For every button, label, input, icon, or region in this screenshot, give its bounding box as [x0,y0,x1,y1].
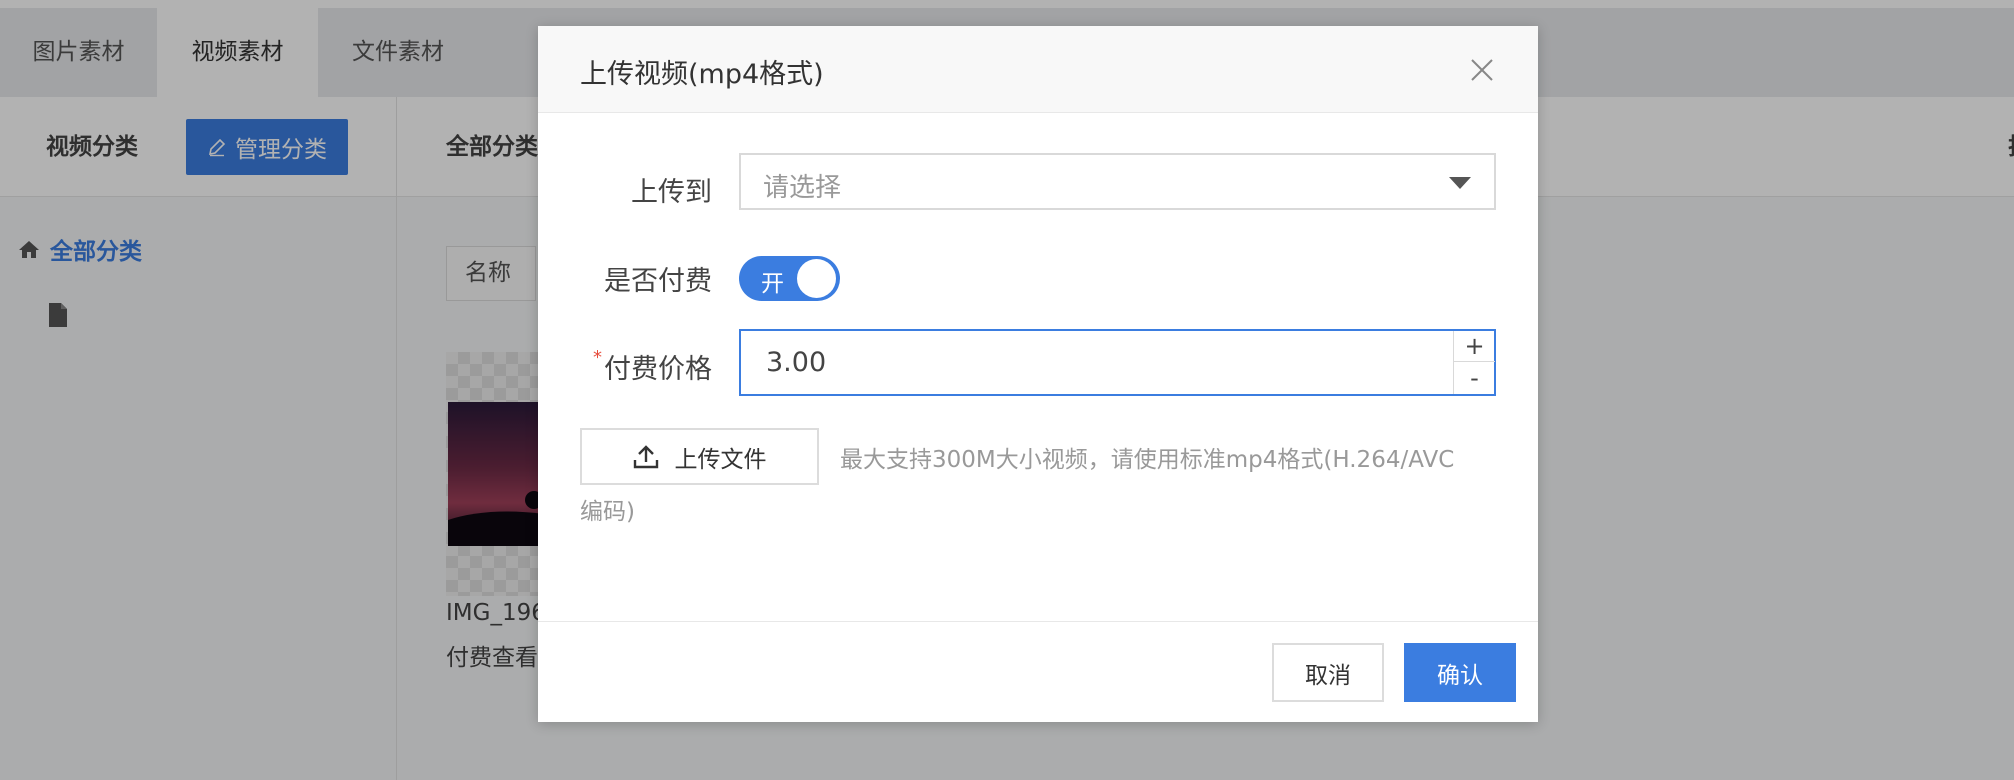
close-icon[interactable] [1468,56,1496,84]
select-placeholder: 请选择 [763,173,842,203]
stepper-controls: + - [1453,331,1495,394]
price-input[interactable] [741,331,1451,394]
upload-video-dialog: 上传视频(mp4格式) 上传到 请选择 是否付费 开 *付费价格 + - 上传文… [538,26,1538,722]
upload-hint-continued: 编码) [580,499,635,525]
chevron-down-icon [1449,177,1471,189]
increment-button[interactable]: + [1454,331,1495,362]
paid-label: 是否付费 [604,266,712,297]
confirm-button[interactable]: 确认 [1404,643,1516,702]
upload-to-label: 上传到 [631,177,712,208]
upload-file-button[interactable]: 上传文件 [580,428,819,485]
dialog-title: 上传视频(mp4格式) [580,59,824,90]
decrement-button[interactable]: - [1454,363,1495,394]
upload-hint: 最大支持300M大小视频，请使用标准mp4格式(H.264/AVC [840,447,1455,473]
upload-file-label: 上传文件 [674,446,767,473]
footer-divider [538,621,1538,622]
cancel-button[interactable]: 取消 [1272,643,1384,702]
price-label-text: 付费价格 [604,354,712,385]
price-label: *付费价格 [552,347,712,386]
dialog-header: 上传视频(mp4格式) [538,26,1538,113]
upload-icon [633,444,658,468]
toggle-knob [797,259,836,298]
paid-toggle[interactable]: 开 [739,256,840,301]
upload-to-select[interactable]: 请选择 [739,153,1496,210]
toggle-state-text: 开 [761,271,784,297]
required-marker: * [593,347,602,368]
price-stepper: + - [739,329,1496,396]
